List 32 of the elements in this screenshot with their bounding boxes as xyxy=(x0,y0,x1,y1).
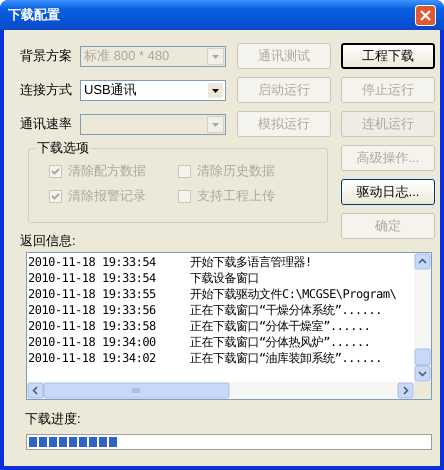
log-time: 2010-11-18 19:33:55 xyxy=(28,286,157,303)
log-time: 2010-11-18 19:34:02 xyxy=(28,350,157,367)
progress-label: 下载进度: xyxy=(25,410,82,427)
checkbox-label: 清除配方数据 xyxy=(68,162,146,180)
group-title: 下载选项 xyxy=(35,140,91,156)
log-time: 2010-11-18 19:33:54 xyxy=(28,270,157,287)
log-message: 下载设备窗口 xyxy=(190,270,259,287)
log-time: 2010-11-18 19:34:00 xyxy=(28,334,157,351)
vertical-scrollbar[interactable] xyxy=(414,253,431,382)
log-message: 正在下载窗口“油库装卸系统”...... xyxy=(190,350,382,367)
field-label: 连接方式 xyxy=(20,81,73,100)
field-label: 通讯速率 xyxy=(20,115,73,134)
log-message: 正在下载窗口“干燥分体系统”...... xyxy=(190,302,382,319)
field-label: 背景方案 xyxy=(20,47,73,66)
log-time: 2010-11-18 19:33:58 xyxy=(28,318,157,335)
checkbox-label: 支持工程上传 xyxy=(197,187,275,206)
log-message: 正在下载窗口“分体干燥室”...... xyxy=(190,318,370,335)
log-message: 开始下载驱动文件C:\MCGSE\Program\ xyxy=(190,286,396,303)
command-button[interactable]: 工程下载 xyxy=(341,43,435,69)
scrollbar-corner xyxy=(414,382,431,399)
close-icon[interactable] xyxy=(415,4,436,26)
dropdown-field[interactable]: USB通讯 xyxy=(80,80,226,100)
log-time: 2010-11-18 19:33:54 xyxy=(28,254,157,271)
command-button[interactable]: 驱动日志... xyxy=(341,179,435,205)
log-label: 返回信息: xyxy=(20,232,77,249)
log-message: 开始下载多语言管理器! xyxy=(190,254,312,271)
log-time: 2010-11-18 19:33:56 xyxy=(28,302,157,319)
log-message: 正在下载窗口“分体热风炉”...... xyxy=(190,334,370,351)
checkbox-label: 清除历史数据 xyxy=(197,162,275,180)
window-title: 下载配置 xyxy=(8,6,61,24)
checkbox-label: 清除报警记录 xyxy=(68,187,146,206)
horizontal-scrollbar[interactable] xyxy=(27,382,414,399)
